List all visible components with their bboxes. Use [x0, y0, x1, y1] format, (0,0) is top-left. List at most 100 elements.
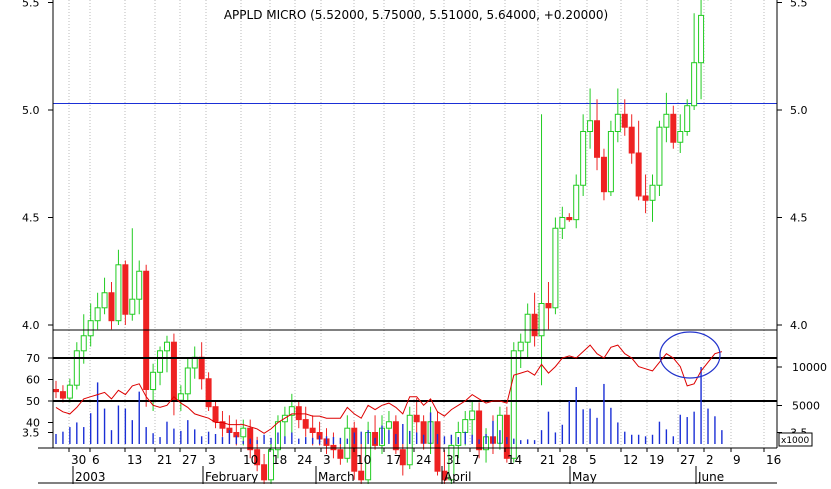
chart-canvas: 3.53.54.04.04.54.55.05.05.55.54050607050… [22, 0, 827, 489]
candle-body-down [413, 414, 420, 423]
price-tick-label-right: 5.5 [790, 0, 808, 10]
price-tick-label-left: 5.5 [22, 0, 40, 10]
volume-tick-label: 5000 [792, 400, 820, 413]
indicator-panel [53, 331, 777, 444]
candle-body-up [94, 307, 101, 322]
date-day-label: 28 [562, 453, 577, 467]
date-day-label: 10 [243, 453, 258, 467]
price-tick-label-left: 5.0 [22, 104, 40, 117]
date-day-label: 27 [680, 453, 695, 467]
date-day-label: 13 [127, 453, 142, 467]
candle-body-down [635, 152, 642, 197]
date-month-label: April [444, 470, 471, 484]
candle-body-down [642, 195, 649, 201]
candle-body-up [587, 120, 594, 132]
candle-body-down [198, 356, 205, 380]
candle-body-down [594, 120, 601, 158]
candle-body-up [101, 292, 108, 309]
date-day-label: 24 [416, 453, 431, 467]
candle-body-down [59, 391, 66, 399]
candle-body-down [170, 341, 177, 401]
stock-chart: 3.53.54.04.04.54.55.05.05.55.54050607050… [0, 0, 831, 489]
candle-body-down [545, 303, 552, 309]
candle-body-down [628, 126, 635, 154]
date-day-label: 5 [589, 453, 597, 467]
date-day-label: 21 [540, 453, 555, 467]
candle-body-down [212, 406, 219, 423]
candle-body-down [670, 113, 677, 143]
candle-body-up [240, 427, 247, 438]
candle-body-up [177, 393, 184, 401]
date-day-label: 21 [157, 453, 172, 467]
candle-body-up [184, 367, 191, 395]
price-tick-label-left: 4.5 [22, 212, 40, 225]
date-day-label: 2 [706, 453, 714, 467]
candle-body-up [157, 350, 164, 373]
rsi-tick-label: 70 [26, 352, 40, 365]
candle-body-up [573, 184, 580, 221]
candle-body-up [385, 421, 392, 429]
candle-body-up [73, 350, 80, 386]
candle-body-down [108, 292, 115, 322]
candle-body-up [677, 131, 684, 143]
candle-body-up [580, 131, 587, 186]
date-day-label: 31 [446, 453, 461, 467]
candle-body-up [129, 298, 136, 315]
candle-body-down [53, 389, 59, 393]
date-day-label: 14 [507, 453, 522, 467]
candle-body-down [566, 217, 573, 221]
candle-body-down [302, 419, 309, 429]
date-day-label: 27 [182, 453, 197, 467]
candle-body-up [150, 371, 157, 390]
date-day-label: 24 [297, 453, 312, 467]
candle-body-up [163, 341, 170, 352]
candle-body-up [80, 335, 87, 352]
price-panel [53, 0, 777, 489]
date-day-label: 7 [472, 453, 480, 467]
candle-body-up [559, 217, 566, 229]
candle-body-down [295, 406, 302, 421]
candle-body-up [614, 113, 621, 133]
candle-body-down [600, 156, 607, 193]
date-day-label: 30 [71, 453, 86, 467]
date-day-label: 9 [733, 453, 741, 467]
axes: 3.53.54.04.04.54.55.05.05.55.54050607050… [22, 0, 827, 484]
candle-body-up [524, 313, 531, 343]
date-day-label: 18 [272, 453, 287, 467]
date-day-label: 3 [208, 453, 216, 467]
candle-body-up [684, 105, 691, 132]
candle-body-up [698, 14, 705, 64]
date-day-label: 19 [649, 453, 664, 467]
date-day-label: 16 [766, 453, 781, 467]
candle-body-up [538, 303, 545, 337]
chart-title: APPLD MICRO (5.52000, 5.75000, 5.51000, … [224, 8, 608, 22]
candle-body-up [517, 341, 524, 352]
volume-unit-label: x1000 [781, 436, 810, 446]
candle-body-down [621, 113, 628, 128]
candle-body-down [531, 313, 538, 337]
candle-body-up [656, 126, 663, 186]
candle-body-up [87, 320, 94, 337]
candle-body-up [649, 184, 656, 201]
candle-body-up [469, 410, 476, 421]
date-day-label: 6 [92, 453, 100, 467]
rsi-tick-label: 60 [26, 374, 40, 387]
candle-body-down [122, 264, 129, 315]
price-tick-label-left: 4.0 [22, 319, 40, 332]
candle-body-down [309, 427, 316, 434]
candle-body-up [66, 384, 73, 399]
rsi-tick-label: 50 [26, 395, 40, 408]
candle-body-down [434, 421, 441, 472]
price-tick-label-right: 4.0 [790, 319, 808, 332]
candle-body-down [337, 449, 344, 459]
candle-body-down [358, 470, 365, 481]
candle-body-up [552, 227, 559, 309]
price-tick-label-right: 4.5 [790, 212, 808, 225]
candle-body-up [115, 264, 122, 322]
price-tick-label-right: 5.0 [790, 104, 808, 117]
candle-body-up [663, 113, 670, 128]
date-day-label: 12 [623, 453, 638, 467]
date-month-label: February [205, 470, 258, 484]
candle-body-up [462, 419, 469, 434]
date-day-label: 3 [323, 453, 331, 467]
